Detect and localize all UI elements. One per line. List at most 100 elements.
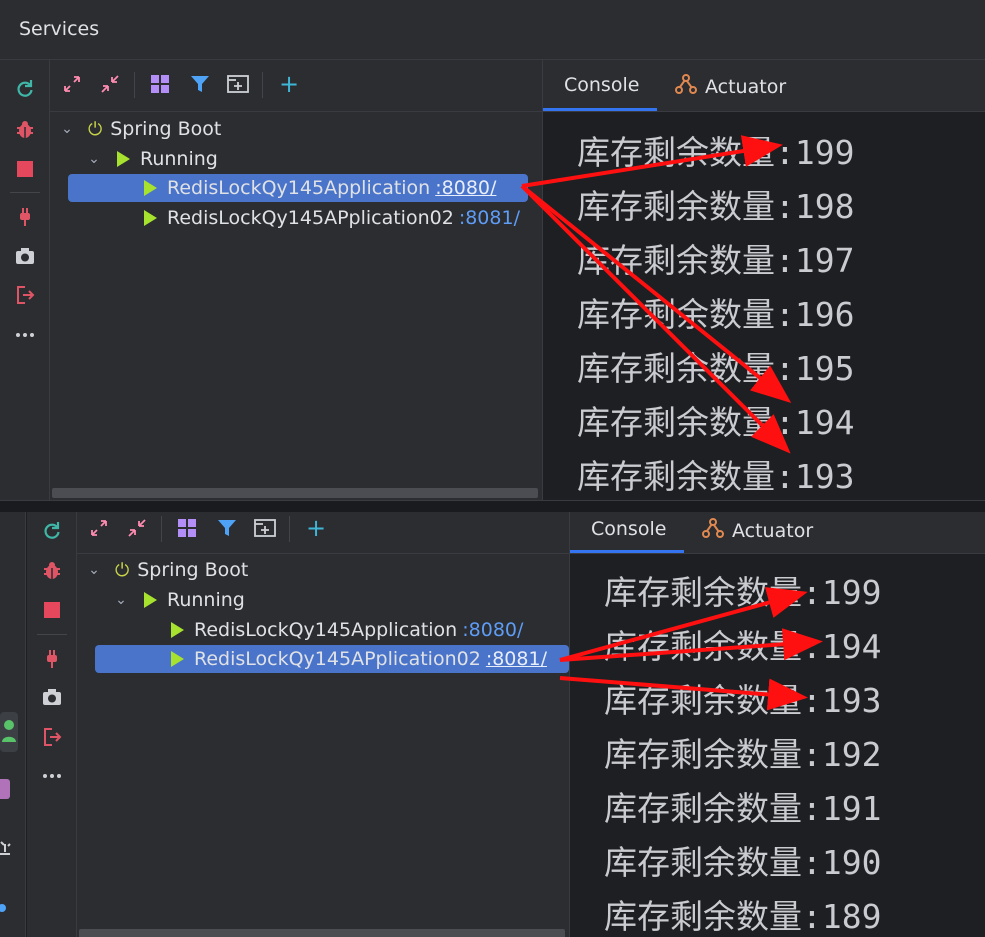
services-panel-bottom: + ⌄ ⏻ Spring Boot ⌄ Running RedisLockQy1… (27, 512, 985, 937)
app-port-link[interactable]: :8080/ (462, 619, 523, 641)
filter-icon[interactable] (215, 516, 239, 540)
actuator-icon (702, 518, 724, 543)
tree-node-app-8080[interactable]: RedisLockQy145Application :8080/ (68, 174, 528, 202)
tree-node-spring-boot[interactable]: ⌄ ⏻ Spring Boot (85, 556, 248, 584)
services-tree-pane-top: + ⌄ ⏻ Spring Boot ⌄ Running RedisLockQy1… (50, 60, 542, 500)
tab-label: Console (591, 518, 667, 540)
console-line: 库存剩余数量:199 (577, 133, 855, 172)
tree-node-app-8081[interactable]: RedisLockQy145APplication02 :8081/ (68, 204, 540, 232)
run-icon (171, 622, 184, 638)
tab-label: Actuator (705, 75, 787, 98)
power-icon: ⏻ (115, 559, 130, 581)
tree-node-label: Running (140, 148, 218, 170)
running-icon (117, 151, 130, 167)
tree-node-app-8080[interactable]: RedisLockQy145Application :8080/ (95, 616, 567, 644)
run-icon (171, 651, 184, 667)
open-in-new-tab-icon[interactable] (226, 72, 250, 96)
separator (134, 72, 135, 98)
chevron-down-icon[interactable]: ⌄ (85, 562, 103, 578)
services-action-bar-top (0, 60, 50, 500)
notification-icon[interactable] (0, 834, 20, 874)
tab-actuator[interactable]: Actuator (675, 74, 786, 99)
tag-icon[interactable] (0, 892, 20, 932)
app-port-link[interactable]: :8081/ (459, 207, 520, 229)
services-panel-top: + ⌄ ⏻ Spring Boot ⌄ Running RedisLockQy1… (0, 60, 985, 500)
console-tabs-bottom: Console Actuator (570, 512, 985, 554)
console-line: 库存剩余数量:197 (577, 241, 855, 280)
console-line: 库存剩余数量:192 (604, 735, 882, 774)
app-name: RedisLockQy145Application (194, 619, 458, 641)
tree-node-label: Spring Boot (110, 118, 222, 140)
app-name: RedisLockQy145Application (167, 177, 431, 199)
separator (10, 192, 40, 193)
expand-all-icon[interactable] (60, 72, 84, 96)
debug-icon[interactable] (12, 117, 38, 143)
group-by-icon[interactable] (148, 72, 172, 96)
add-service-button[interactable]: + (304, 514, 328, 542)
active-tab-indicator (543, 108, 657, 111)
active-tab-indicator (570, 550, 684, 553)
console-pane-top: Console Actuator 库存剩余数量:199 库存剩余数量:198 库… (542, 60, 985, 500)
rerun-icon[interactable] (12, 76, 38, 102)
separator (161, 516, 162, 542)
filter-icon[interactable] (188, 72, 212, 96)
run-icon (144, 210, 157, 226)
collapse-all-icon[interactable] (98, 72, 122, 96)
collapse-all-icon[interactable] (125, 516, 149, 540)
exit-icon[interactable] (39, 724, 65, 750)
tab-actuator[interactable]: Actuator (702, 518, 813, 543)
console-line: 库存剩余数量:189 (604, 897, 882, 936)
tab-console[interactable]: Console (591, 518, 666, 540)
rerun-icon[interactable] (39, 518, 65, 544)
separator (37, 634, 67, 635)
services-tree-pane-bottom: + ⌄ ⏻ Spring Boot ⌄ Running RedisLockQy1… (77, 512, 569, 937)
actuator-icon (675, 74, 697, 99)
group-by-icon[interactable] (175, 516, 199, 540)
console-line: 库存剩余数量:191 (604, 789, 882, 828)
plug-icon[interactable] (12, 204, 38, 230)
tree-node-running[interactable]: ⌄ Running (85, 145, 218, 173)
app-port-link[interactable]: :8080/ (435, 177, 496, 199)
console-line: 库存剩余数量:190 (604, 843, 882, 882)
add-service-button[interactable]: + (277, 70, 301, 98)
plugin-icon[interactable] (0, 774, 20, 814)
tree-node-spring-boot[interactable]: ⌄ ⏻ Spring Boot (58, 115, 221, 143)
console-line: 库存剩余数量:193 (604, 681, 882, 720)
app-name: RedisLockQy145APplication02 (167, 207, 454, 229)
debug-icon[interactable] (39, 558, 65, 584)
services-toolbar-bottom: + (77, 512, 569, 554)
stop-icon[interactable] (12, 156, 38, 182)
console-line: 库存剩余数量:194 (577, 403, 855, 442)
console-line: 库存剩余数量:194 (604, 627, 882, 666)
horizontal-scrollbar[interactable] (52, 488, 538, 498)
more-icon[interactable] (39, 763, 65, 789)
console-line: 库存剩余数量:199 (604, 573, 882, 612)
tool-window-header: Services (0, 0, 985, 60)
console-pane-bottom: Console Actuator 库存剩余数量:199 库存剩余数量:194 库… (569, 512, 985, 937)
separator (262, 72, 263, 98)
person-icon[interactable] (0, 712, 20, 752)
services-toolbar-top: + (50, 60, 542, 112)
chevron-down-icon[interactable]: ⌄ (85, 151, 103, 167)
tab-label: Console (564, 74, 640, 96)
more-icon[interactable] (12, 322, 38, 348)
exit-icon[interactable] (12, 282, 38, 308)
tree-node-app-8081[interactable]: RedisLockQy145APplication02 :8081/ (95, 645, 569, 673)
running-icon (144, 592, 157, 608)
plug-icon[interactable] (39, 646, 65, 672)
chevron-down-icon[interactable]: ⌄ (58, 121, 76, 137)
stop-icon[interactable] (39, 597, 65, 623)
open-in-new-tab-icon[interactable] (253, 516, 277, 540)
camera-icon[interactable] (12, 243, 38, 269)
console-line: 库存剩余数量:196 (577, 295, 855, 334)
tree-node-running[interactable]: ⌄ Running (112, 586, 245, 614)
chevron-down-icon[interactable]: ⌄ (112, 592, 130, 608)
app-port-link[interactable]: :8081/ (486, 648, 547, 670)
panel-divider (0, 500, 985, 512)
horizontal-scrollbar[interactable] (79, 929, 565, 937)
camera-icon[interactable] (39, 684, 65, 710)
expand-all-icon[interactable] (87, 516, 111, 540)
tree-node-label: Running (167, 589, 245, 611)
ide-left-strip (0, 512, 26, 937)
tab-console[interactable]: Console (564, 74, 639, 96)
